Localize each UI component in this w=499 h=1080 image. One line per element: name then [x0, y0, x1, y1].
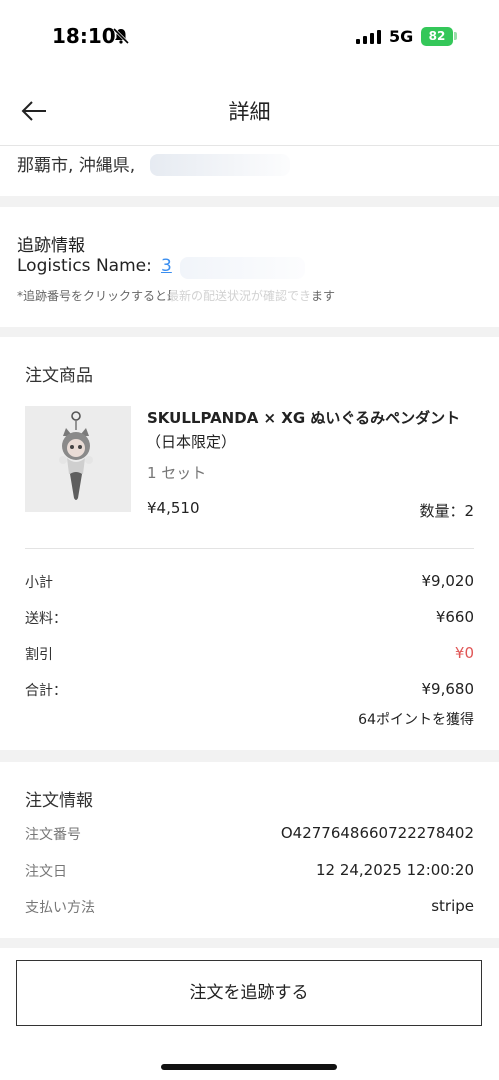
order-info-title: 注文情報: [25, 791, 93, 811]
order-date-row: 注文日 12 24,2025 12:00:20: [25, 861, 474, 883]
product-quantity: 数量：2: [419, 502, 474, 520]
order-date-value: 12 24,2025 12:00:20: [315, 861, 474, 879]
address-text: 那覇市, 沖縄県,: [17, 156, 136, 176]
cellular-signal-icon: [356, 30, 381, 44]
total-label: 合計：: [25, 683, 67, 699]
order-number-label: 注文番号: [25, 827, 81, 843]
battery-icon: 82: [421, 27, 453, 46]
page-title: 詳細: [228, 100, 271, 124]
shipping-value: ¥660: [435, 608, 474, 626]
order-items-title: 注文商品: [25, 366, 93, 386]
shipping-label: 送料：: [25, 611, 67, 627]
product-name-suffix: （日本限定）: [146, 433, 237, 451]
order-date-label: 注文日: [25, 864, 67, 880]
subtotal-label: 小計: [25, 575, 53, 591]
product-image[interactable]: [25, 406, 131, 512]
subtotal-row: 小計 ¥9,020: [25, 572, 474, 594]
total-row: 合計： ¥9,680: [25, 680, 474, 702]
discount-label: 割引: [25, 647, 53, 663]
product-name[interactable]: SKULLPANDA × XG ぬいぐるみペンダント: [147, 407, 482, 429]
payment-method-row: 支払い方法 stripe: [25, 897, 474, 919]
discount-row: 割引 ¥0: [25, 644, 474, 666]
total-value: ¥9,680: [421, 680, 475, 698]
payment-method-value: stripe: [431, 897, 474, 915]
note-redacted: [170, 286, 310, 304]
tracking-section: 追跡情報 Logistics Name: 3 *追跡番号をクリックすると最新の配…: [0, 207, 499, 327]
tracking-number-link[interactable]: 3: [161, 256, 172, 276]
discount-value: ¥0: [454, 644, 474, 662]
tracking-number-redacted: [180, 257, 305, 279]
battery-tip: [454, 32, 457, 40]
bell-muted-icon: [112, 27, 130, 45]
order-info-section: 注文情報 注文番号 O4277648660722278402 注文日 12 24…: [0, 762, 499, 938]
tracking-title: 追跡情報: [17, 236, 85, 256]
logistics-name-label: Logistics Name:: [17, 256, 152, 276]
subtotal-value: ¥9,020: [421, 572, 475, 590]
network-type: 5G: [389, 27, 414, 46]
order-items-section: 注文商品 SKULLPANDA × XG ぬいぐるみペンダント （日本限定） 1…: [0, 337, 499, 750]
shipping-row: 送料： ¥660: [25, 608, 474, 630]
status-bar: 18:10 5G 82: [0, 0, 499, 74]
navigation-bar: 詳細: [0, 74, 499, 146]
order-number-value: O4277648660722278402: [280, 824, 474, 842]
footer: 注文を追跡する: [0, 948, 499, 1080]
home-indicator: [161, 1064, 337, 1070]
order-number-row: 注文番号 O4277648660722278402: [25, 824, 474, 846]
product-variant: 1 セット: [147, 464, 207, 482]
divider: [25, 548, 474, 549]
status-time: 18:10: [52, 24, 116, 48]
product-image-figure: [25, 406, 131, 512]
address-redacted: [150, 154, 290, 176]
points-earned: 64ポイントを獲得: [358, 712, 474, 728]
address-section: 那覇市, 沖縄県,: [0, 146, 499, 196]
track-order-button[interactable]: 注文を追跡する: [16, 960, 482, 1026]
payment-method-label: 支払い方法: [25, 900, 95, 916]
product-price: ¥4,510: [147, 499, 200, 517]
